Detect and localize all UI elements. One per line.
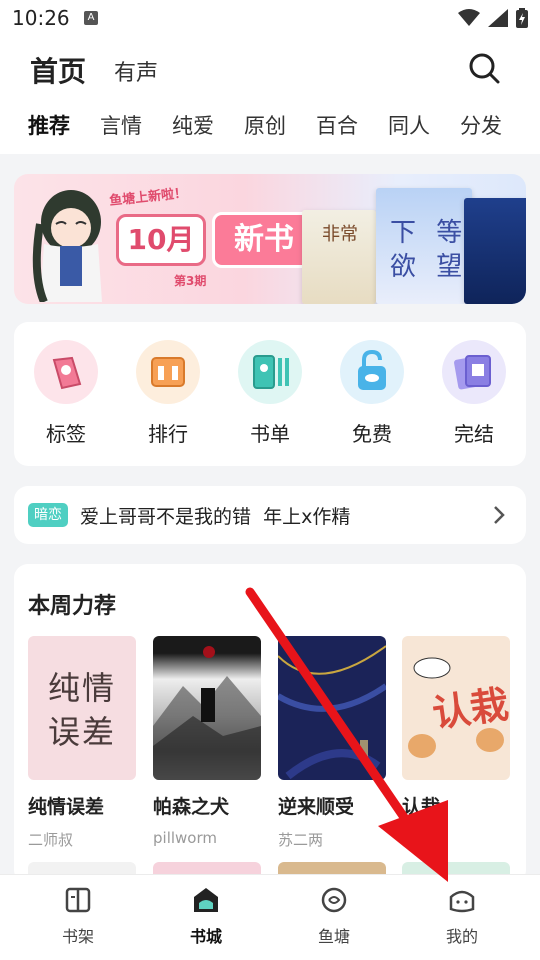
book-cover[interactable] (278, 636, 386, 780)
shortcut-label: 书单 (250, 422, 290, 446)
mountain-art (153, 646, 261, 780)
shortcut-finished[interactable]: 完结 (434, 340, 514, 447)
book-title[interactable]: 认栽 (402, 792, 510, 819)
book-author[interactable]: pillworm (153, 829, 261, 847)
tab-romance[interactable]: 言情 (100, 110, 142, 140)
cover-title-text: 纯情 误差 (48, 669, 117, 751)
shortcut-booklist[interactable]: 书单 (230, 340, 310, 447)
top-header: 首页 有声 推荐 言情 纯爱 原创 百合 同人 分发 (0, 38, 540, 154)
banner-book-cover-2: 下 等 欲 望 (376, 188, 472, 304)
book-cover[interactable] (153, 636, 261, 780)
shortcut-free[interactable]: 免费 (332, 340, 412, 447)
book-card[interactable]: 认栽 认栽 棠 (402, 636, 510, 850)
book-title[interactable]: 纯情误差 (28, 792, 136, 819)
shortcut-ranking[interactable]: 排行 (128, 340, 208, 447)
book-author[interactable]: 苏二两 (278, 829, 386, 850)
bookstore-icon (194, 888, 218, 912)
tab-original[interactable]: 原创 (244, 110, 286, 140)
audio-tab[interactable]: 有声 (114, 55, 158, 87)
weekly-picks-section: 本周力荐 纯情 误差 纯情误差 二师叔 帕森之犬 pillworm 逆来顺受 苏… (14, 564, 526, 884)
system-icons (458, 8, 528, 28)
category-tabs: 推荐 言情 纯爱 原创 百合 同人 分发 (0, 110, 540, 150)
book-cover[interactable]: 认栽 (402, 636, 510, 780)
free-icon (340, 340, 404, 404)
nav-label: 我的 (445, 927, 478, 946)
book-card[interactable]: 逆来顺受 苏二两 (278, 636, 386, 850)
book-author[interactable]: 二师叔 (28, 829, 136, 850)
shortcut-label: 排行 (148, 422, 188, 446)
banner-cover-text-1: 非常 (322, 224, 358, 245)
tab-recommend[interactable]: 推荐 (28, 110, 70, 142)
banner-month: 10月 (116, 214, 206, 266)
tag-icon (34, 340, 98, 404)
abstract-art (278, 645, 386, 780)
chevron-right-icon (494, 506, 505, 524)
banner-book-cover-1: 非常 (302, 210, 376, 304)
shortcut-tags[interactable]: 标签 (26, 340, 106, 447)
recommendation-text: 爱上哥哥不是我的错 年上x作精 (80, 506, 351, 528)
shortcut-label: 标签 (46, 422, 86, 446)
recommendation-strip[interactable]: 暗恋 爱上哥哥不是我的错 年上x作精 (14, 486, 526, 544)
book-title[interactable]: 帕森之犬 (153, 792, 261, 819)
status-bar: 10:26 A (0, 0, 540, 38)
banner-badge: 鱼塘上新啦！ (108, 185, 188, 210)
tab-bl[interactable]: 纯爱 (172, 110, 214, 140)
nav-label: 书架 (61, 927, 94, 946)
bookshelf-icon (65, 887, 91, 913)
section-title: 本周力荐 (28, 594, 117, 619)
tab-gl[interactable]: 百合 (316, 110, 358, 140)
banner-cover-text-2: 下 等 欲 望 (390, 218, 469, 282)
chibi-character-illustration (32, 190, 102, 302)
battery-icon (516, 8, 528, 28)
search-icon[interactable] (468, 52, 500, 84)
nav-label: 书城 (189, 927, 222, 946)
banner-new-book: 新书 (212, 212, 316, 268)
signal-icon (488, 9, 508, 27)
notification-icon: A (84, 11, 98, 25)
ranking-icon (136, 340, 200, 404)
nav-bookshelf[interactable]: 书架 (38, 885, 118, 947)
category-shortcuts: 标签 排行 书单 免费 完结 (14, 322, 526, 466)
wifi-icon (458, 9, 480, 26)
bottom-navigation: 书架 书城 鱼塘 我的 (0, 874, 540, 960)
tab-fanfic[interactable]: 同人 (388, 110, 430, 140)
book-card[interactable]: 纯情 误差 纯情误差 二师叔 (28, 636, 136, 850)
shortcut-label: 免费 (352, 422, 392, 446)
finished-icon (442, 340, 506, 404)
genre-badge: 暗恋 (28, 503, 68, 527)
nav-profile[interactable]: 我的 (422, 885, 502, 947)
book-author[interactable]: 棠 (402, 829, 510, 850)
booklist-icon (238, 340, 302, 404)
book-cover[interactable]: 纯情 误差 (28, 636, 136, 780)
tab-distribution[interactable]: 分发 (460, 110, 502, 140)
profile-icon (449, 890, 475, 913)
banner-issue: 第3期 (174, 274, 207, 288)
nav-fishpond[interactable]: 鱼塘 (294, 885, 374, 947)
shortcut-label: 完结 (454, 422, 494, 446)
hamster-art (408, 657, 504, 758)
page-title[interactable]: 首页 (30, 50, 86, 90)
banner-book-cover-3 (464, 198, 526, 304)
nav-bookstore[interactable]: 书城 (166, 885, 246, 947)
nav-label: 鱼塘 (317, 927, 350, 946)
book-card[interactable]: 帕森之犬 pillworm (153, 636, 261, 847)
promo-banner[interactable]: 鱼塘上新啦！ 10月 新书 第3期 非常 下 等 欲 望 (14, 174, 526, 304)
status-time: 10:26 (12, 6, 70, 30)
fishpond-icon (321, 887, 347, 913)
book-title[interactable]: 逆来顺受 (278, 792, 386, 819)
